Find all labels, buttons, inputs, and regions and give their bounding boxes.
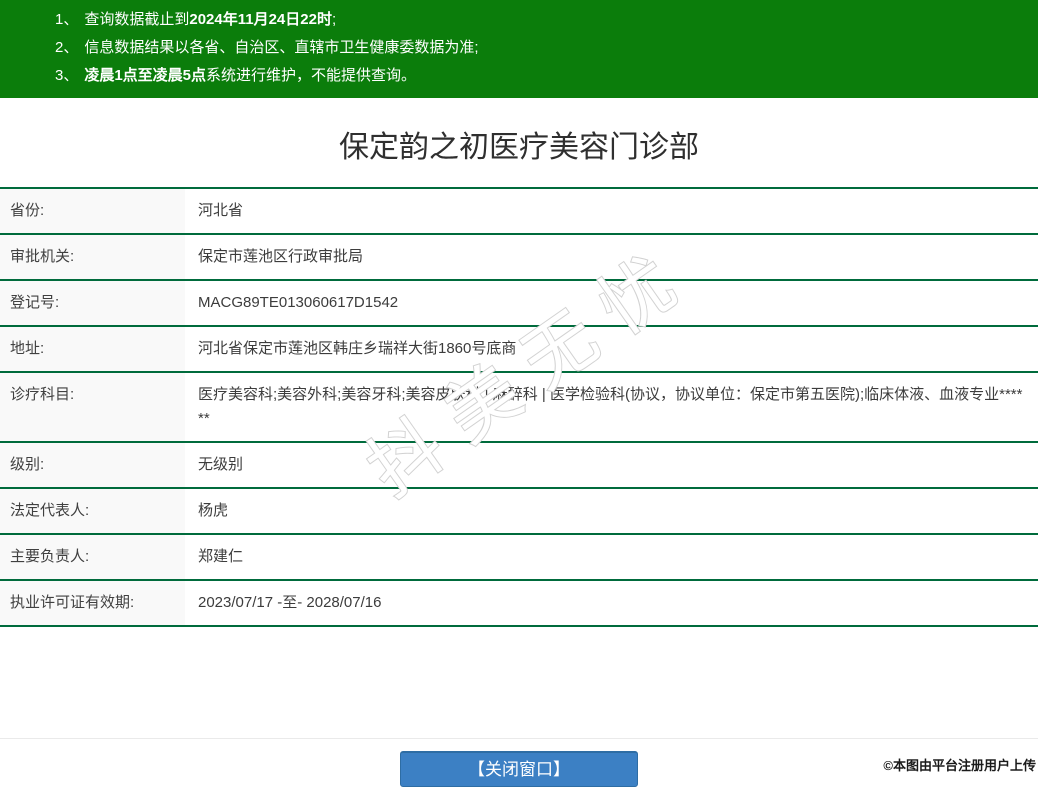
row-label: 审批机关: bbox=[0, 235, 185, 279]
notice-item-bold-text: 凌晨1点至凌晨5点 bbox=[84, 67, 206, 84]
table-row-license-validity: 执业许可证有效期: 2023/07/17 -至- 2028/07/16 bbox=[0, 581, 1038, 627]
row-value: 河北省 bbox=[185, 189, 1038, 233]
notice-item-text: 信息数据结果以各省、自治区、直辖市卫生健康委数据为准; bbox=[84, 39, 478, 56]
notice-item-bold-text: 2024年11月24日22时 bbox=[189, 11, 332, 28]
notice-item-number: 3、 bbox=[55, 67, 78, 84]
row-value: 保定市莲池区行政审批局 bbox=[185, 235, 1038, 279]
notice-item-text: 查询数据截止到 bbox=[84, 11, 189, 28]
row-value: 河北省保定市莲池区韩庄乡瑞祥大街1860号底商 bbox=[185, 327, 1038, 371]
table-row-legal-representative: 法定代表人: 杨虎 bbox=[0, 489, 1038, 535]
institution-info-table: 省份: 河北省 审批机关: 保定市莲池区行政审批局 登记号: MACG89TE0… bbox=[0, 187, 1038, 627]
row-value: 无级别 bbox=[185, 443, 1038, 487]
copyright-watermark: ©本图由平台注册用户上传 bbox=[883, 755, 1036, 774]
table-row-approval-authority: 审批机关: 保定市莲池区行政审批局 bbox=[0, 235, 1038, 281]
row-label: 法定代表人: bbox=[0, 489, 185, 533]
notice-bar: 1、查询数据截止到2024年11月24日22时; 2、信息数据结果以各省、自治区… bbox=[0, 0, 1038, 98]
row-label: 登记号: bbox=[0, 281, 185, 325]
table-row-address: 地址: 河北省保定市莲池区韩庄乡瑞祥大街1860号底商 bbox=[0, 327, 1038, 373]
notice-item-number: 1、 bbox=[55, 11, 78, 28]
row-label: 诊疗科目: bbox=[0, 373, 185, 441]
table-row-level: 级别: 无级别 bbox=[0, 443, 1038, 489]
row-value: 医疗美容科;美容外科;美容牙科;美容皮肤科 | 麻醉科 | 医学检验科(协议，协… bbox=[185, 373, 1038, 441]
table-row-main-person-in-charge: 主要负责人: 郑建仁 bbox=[0, 535, 1038, 581]
notice-item-number: 2、 bbox=[55, 39, 78, 56]
row-value: 杨虎 bbox=[185, 489, 1038, 533]
close-window-button[interactable]: 【关闭窗口】 bbox=[400, 751, 638, 787]
row-value: MACG89TE013060617D1542 bbox=[185, 281, 1038, 325]
notice-item-text-end: ; bbox=[332, 11, 336, 28]
notice-item-3: 3、凌晨1点至凌晨5点系统进行维护，不能提供查询。 bbox=[55, 62, 1028, 90]
table-row-province: 省份: 河北省 bbox=[0, 189, 1038, 235]
row-value: 2023/07/17 -至- 2028/07/16 bbox=[185, 581, 1038, 625]
table-row-treatment-subjects: 诊疗科目: 医疗美容科;美容外科;美容牙科;美容皮肤科 | 麻醉科 | 医学检验… bbox=[0, 373, 1038, 443]
page-title: 保定韵之初医疗美容门诊部 bbox=[0, 131, 1038, 165]
table-row-registration-number: 登记号: MACG89TE013060617D1542 bbox=[0, 281, 1038, 327]
notice-item-text-end: 系统进行维护，不能提供查询。 bbox=[206, 67, 416, 84]
notice-item-2: 2、信息数据结果以各省、自治区、直辖市卫生健康委数据为准; bbox=[55, 34, 1028, 62]
row-label: 主要负责人: bbox=[0, 535, 185, 579]
row-label: 执业许可证有效期: bbox=[0, 581, 185, 625]
row-value: 郑建仁 bbox=[185, 535, 1038, 579]
notice-item-1: 1、查询数据截止到2024年11月24日22时; bbox=[55, 6, 1028, 34]
row-label: 地址: bbox=[0, 327, 185, 371]
row-label: 省份: bbox=[0, 189, 185, 233]
row-label: 级别: bbox=[0, 443, 185, 487]
